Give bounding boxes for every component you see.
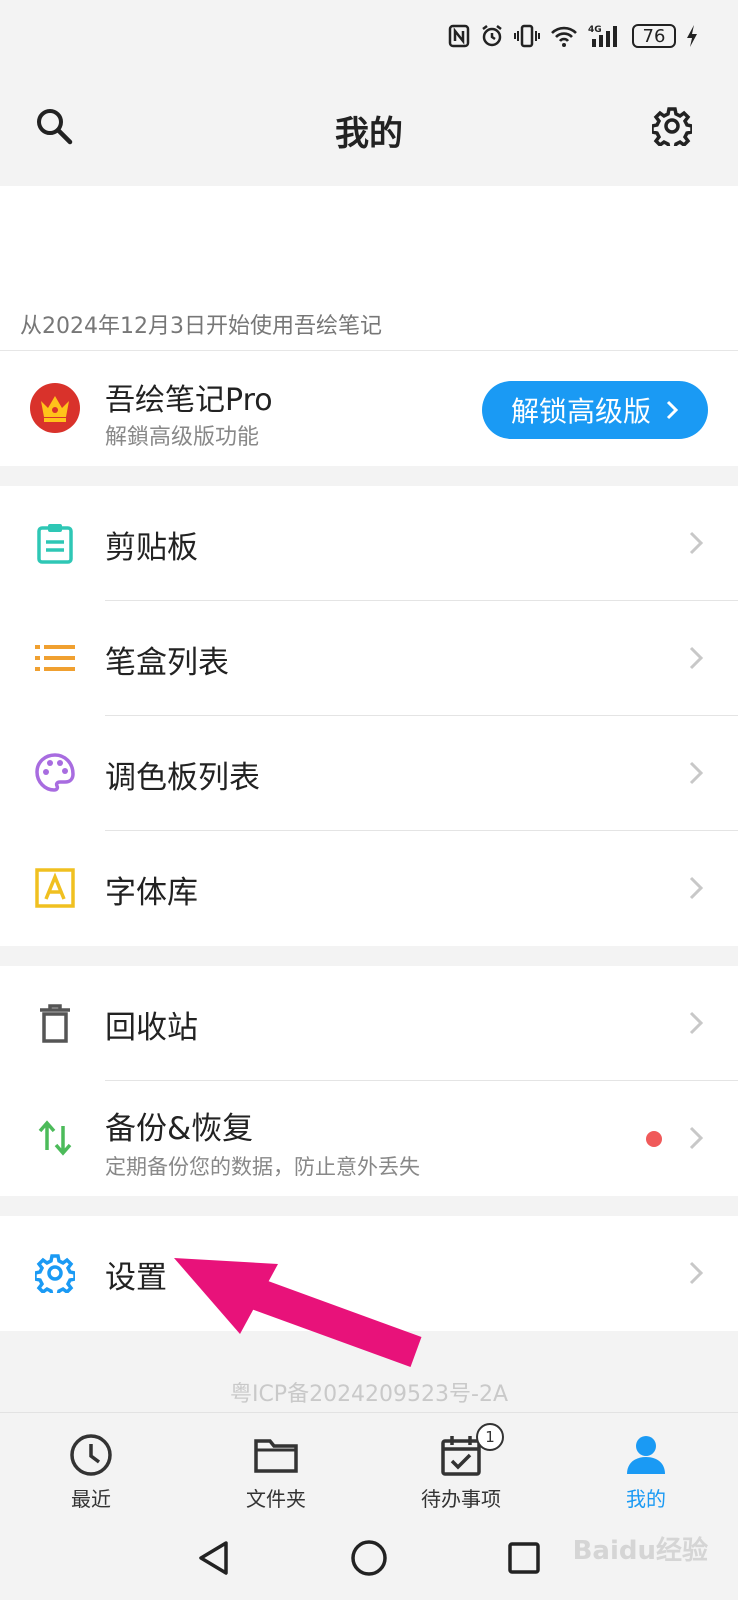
wifi-icon	[551, 26, 577, 47]
status-bar: 4G 76	[0, 0, 738, 70]
app-header: 我的	[0, 70, 738, 186]
charging-icon	[687, 25, 697, 47]
chevron-right-icon	[689, 531, 704, 555]
profile-area: 从2024年12月3日开始使用吾绘笔记	[0, 186, 738, 350]
menu-item-palette-list[interactable]: 调色板列表	[0, 716, 738, 831]
pro-subtitle: 解鎖高级版功能	[105, 425, 260, 450]
tab-label: 我的	[626, 1487, 666, 1511]
chevron-right-icon	[689, 646, 704, 670]
vibrate-icon	[514, 24, 540, 48]
menu-label: 笔盒列表	[105, 645, 229, 681]
alarm-icon	[482, 25, 502, 47]
tab-recent[interactable]: 最近	[16, 1413, 166, 1517]
home-button[interactable]	[345, 1534, 393, 1582]
menu-item-backup-restore[interactable]: 备份&恢复 定期备份您的数据，防止意外丢失	[0, 1081, 738, 1196]
person-icon	[622, 1431, 670, 1479]
menu-item-pen-box-list[interactable]: 笔盒列表	[0, 601, 738, 716]
gear-icon	[652, 107, 692, 146]
chevron-right-icon	[689, 876, 704, 900]
back-triangle-icon	[199, 1541, 228, 1575]
home-circle-icon	[351, 1540, 387, 1576]
font-icon	[30, 863, 80, 913]
menu-label: 回收站	[105, 1010, 198, 1046]
back-button[interactable]	[190, 1534, 238, 1582]
sync-arrows-icon	[30, 1113, 80, 1163]
tab-mine[interactable]: 我的	[571, 1413, 721, 1517]
icp-license-text: 粤ICP备2024209523号-2A	[229, 1382, 509, 1407]
recents-square-icon	[508, 1542, 540, 1574]
tab-todo[interactable]: 1 待办事项	[386, 1413, 536, 1517]
palette-icon	[30, 748, 80, 798]
battery-indicator: 76	[632, 24, 676, 48]
status-icons: 4G 76	[448, 22, 698, 50]
chevron-right-icon	[689, 1261, 704, 1285]
menu-label: 设置	[105, 1260, 167, 1296]
folder-icon	[252, 1431, 300, 1479]
menu-item-font-library[interactable]: 字体库	[0, 831, 738, 946]
menu-label: 字体库	[105, 875, 198, 911]
menu-label: 剪贴板	[105, 530, 198, 566]
signal-icon: 4G	[588, 25, 617, 47]
unlock-pro-button[interactable]: 解锁高级版	[482, 381, 708, 439]
watermark: Baidu经验	[572, 1536, 708, 1566]
menu-sublabel: 定期备份您的数据，防止意外丢失	[105, 1155, 420, 1179]
chevron-right-icon	[689, 1126, 704, 1150]
crown-icon	[30, 383, 80, 433]
list-icon	[30, 633, 80, 683]
notification-dot	[646, 1131, 662, 1147]
annotation-arrow-icon	[174, 1258, 422, 1368]
menu-label: 调色板列表	[105, 760, 260, 796]
nfc-icon	[448, 24, 470, 48]
menu-item-clipboard[interactable]: 剪贴板	[0, 486, 738, 601]
page-title: 我的	[335, 114, 403, 154]
data-card: 回收站 备份&恢复 定期备份您的数据，防止意外丢失	[0, 966, 738, 1196]
tab-folders[interactable]: 文件夹	[201, 1413, 351, 1517]
chevron-right-icon	[689, 761, 704, 785]
chevron-right-icon	[666, 400, 679, 420]
menu-item-recycle-bin[interactable]: 回收站	[0, 966, 738, 1081]
recents-button[interactable]	[500, 1534, 548, 1582]
todo-count-badge: 1	[476, 1423, 504, 1451]
usage-since-text: 从2024年12月3日开始使用吾绘笔记	[20, 314, 382, 339]
chevron-right-icon	[689, 1011, 704, 1035]
tools-card: 剪贴板 笔盒列表 调色板列表 字体库	[0, 486, 738, 946]
pro-name: 吾绘笔记Pro	[105, 383, 273, 418]
pro-banner[interactable]: 吾绘笔记Pro 解鎖高级版功能 解锁高级版	[0, 350, 738, 466]
tab-label: 待办事项	[421, 1487, 501, 1511]
svg-text:4G: 4G	[588, 25, 602, 35]
tab-label: 文件夹	[246, 1487, 306, 1511]
settings-button[interactable]	[642, 96, 702, 156]
menu-label: 备份&恢复	[105, 1111, 254, 1147]
gear-icon	[30, 1248, 80, 1298]
bottom-tab-bar: 最近 文件夹 1 待办事项 我的	[0, 1412, 738, 1516]
trash-icon	[30, 998, 80, 1048]
unlock-pro-label: 解锁高级版	[510, 395, 651, 428]
clipboard-icon	[30, 518, 80, 568]
clock-icon	[67, 1431, 115, 1479]
tab-label: 最近	[71, 1487, 111, 1511]
